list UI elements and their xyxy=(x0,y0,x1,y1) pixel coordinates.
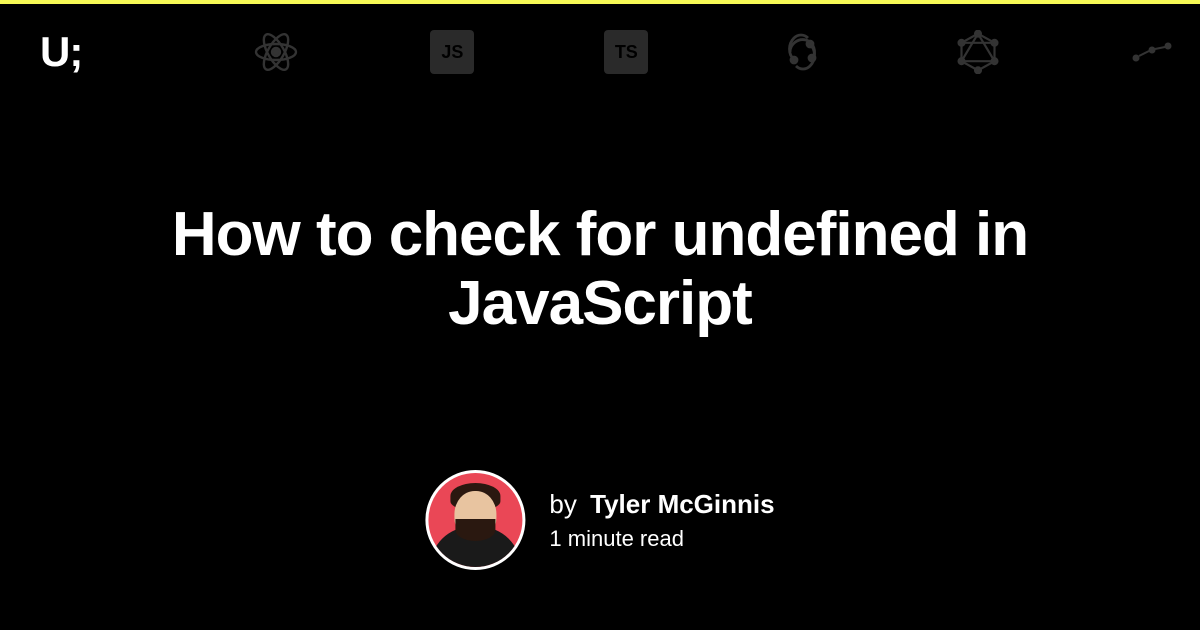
byline: by Tyler McGinnis xyxy=(549,489,774,520)
graphql-icon[interactable] xyxy=(956,30,1000,74)
hero: How to check for undefined in JavaScript xyxy=(0,200,1200,339)
author-name: Tyler McGinnis xyxy=(590,489,774,519)
nav-icon-row: JS TS xyxy=(192,28,1174,76)
redux-icon[interactable] xyxy=(778,28,826,76)
read-time: 1 minute read xyxy=(549,526,774,552)
typescript-icon[interactable]: TS xyxy=(604,30,648,74)
top-nav: U; JS TS xyxy=(0,4,1200,76)
byline-prefix: by xyxy=(549,489,576,519)
article-title: How to check for undefined in JavaScript xyxy=(80,200,1120,339)
brand-logo[interactable]: U; xyxy=(40,31,82,73)
react-icon[interactable] xyxy=(252,28,300,76)
author-meta: by Tyler McGinnis 1 minute read xyxy=(549,489,774,552)
author-avatar xyxy=(425,470,525,570)
dots-icon[interactable] xyxy=(1130,40,1174,64)
author-row: by Tyler McGinnis 1 minute read xyxy=(425,470,774,570)
javascript-icon[interactable]: JS xyxy=(430,30,474,74)
